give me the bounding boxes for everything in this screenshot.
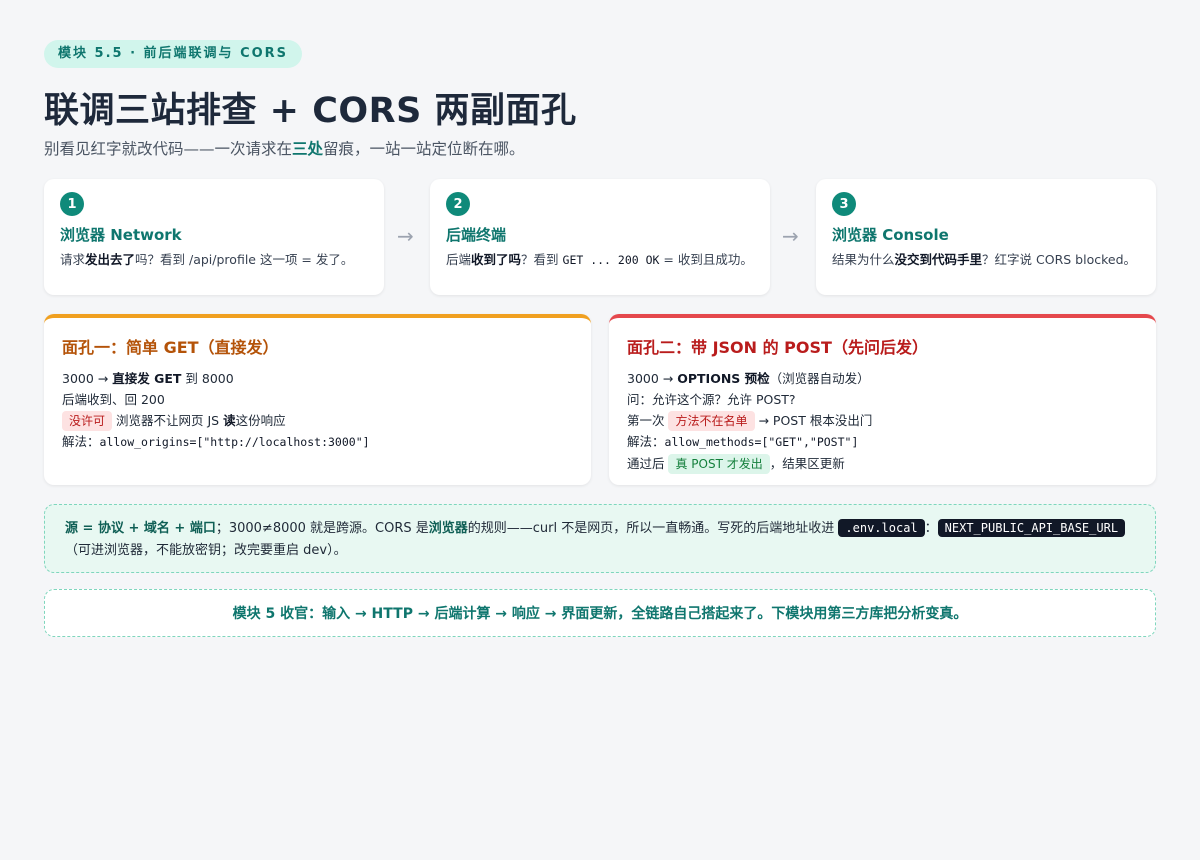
arrow-right-icon: → bbox=[397, 224, 414, 248]
arrow-right-icon: → bbox=[782, 224, 799, 248]
text-segment: 解法： bbox=[627, 434, 665, 449]
step-number-badge: 1 bbox=[60, 192, 84, 216]
face-card-simple-get: 面孔一：简单 GET（直接发） 3000 → 直接发 GET 到 8000 后端收… bbox=[44, 314, 591, 485]
text-segment: 请求 bbox=[60, 252, 86, 267]
text-segment: 3000 → bbox=[62, 371, 113, 386]
inline-code: GET ... 200 OK bbox=[562, 253, 660, 267]
face-line: 解法：allow_methods=["GET","POST"] bbox=[627, 431, 1138, 453]
bold-text: 没交到代码手里 bbox=[894, 252, 983, 267]
text-segment: ；3000≠8000 就是跨源。CORS 是 bbox=[215, 521, 429, 536]
module-summary-banner: 模块 5 收官：输入 → HTTP → 后端计算 → 响应 → 界面更新，全链路… bbox=[44, 589, 1156, 637]
code-chip: .env.local bbox=[838, 519, 925, 537]
step-card-console: 3 浏览器 Console 结果为什么没交到代码手里？红字说 CORS bloc… bbox=[816, 179, 1156, 295]
step-number-badge: 3 bbox=[832, 192, 856, 216]
step-card-network: 1 浏览器 Network 请求发出去了吗？看到 /api/profile 这一… bbox=[44, 179, 384, 295]
bold-text: 读 bbox=[223, 413, 236, 428]
face-line: 问：允许这个源？允许 POST? bbox=[627, 389, 1138, 410]
step-title: 后端终端 bbox=[446, 226, 507, 244]
module-tag: 模块 5.5 · 前后端联调与 CORS bbox=[44, 40, 303, 68]
face-title: 面孔二：带 JSON 的 POST（先问后发） bbox=[627, 338, 928, 357]
face-lines: 3000 → 直接发 GET 到 8000 后端收到、回 200 没许可 浏览器不让… bbox=[62, 368, 573, 453]
text-segment: 解法： bbox=[62, 434, 100, 449]
status-pill: 真 POST 才发出 bbox=[668, 454, 770, 474]
page-subtitle: 别看见红字就改代码——一次请求在三处留痕，一站一站定位断在哪。 bbox=[44, 137, 525, 159]
text-segment: ： bbox=[924, 521, 938, 536]
text-segment: 后端 bbox=[446, 252, 472, 267]
text-segment: 吗？看到 /api/profile 这一项 = 发了。 bbox=[135, 252, 354, 267]
text-segment: （可进浏览器，不能放密钥；改完要重启 dev）。 bbox=[65, 543, 347, 558]
text-segment: 这份响应 bbox=[235, 413, 286, 428]
step-card-backend-terminal: 2 后端终端 后端收到了吗？看到 GET ... 200 OK = 收到且成功。 bbox=[430, 179, 770, 295]
bold-text: OPTIONS 预检 bbox=[677, 371, 770, 386]
face-line: 通过后 真 POST 才发出 ，结果区更新 bbox=[627, 453, 1138, 474]
step-description: 后端收到了吗？看到 GET ... 200 OK = 收到且成功。 bbox=[446, 250, 754, 270]
bold-text: 直接发 GET bbox=[112, 371, 182, 386]
face-line: 后端收到、回 200 bbox=[62, 389, 573, 410]
text-segment: 的规则——curl 不是网页，所以一直畅通。写死的后端地址收进 bbox=[467, 521, 839, 536]
text-segment: ？看到 bbox=[521, 252, 563, 267]
inline-code: allow_methods=["GET","POST"] bbox=[664, 435, 859, 449]
bold-text: 发出去了 bbox=[85, 252, 136, 267]
status-pill: 方法不在名单 bbox=[668, 411, 755, 431]
page-title: 联调三站排查 + CORS 两副面孔 bbox=[44, 91, 577, 131]
text-segment: → POST 根本没出门 bbox=[754, 413, 873, 428]
face-line: 3000 → 直接发 GET 到 8000 bbox=[62, 368, 573, 389]
face-line: 第一次 方法不在名单 → POST 根本没出门 bbox=[627, 410, 1138, 431]
status-pill: 没许可 bbox=[62, 411, 113, 431]
step-title: 浏览器 Network bbox=[60, 226, 182, 244]
step-number-badge: 2 bbox=[446, 192, 470, 216]
bold-text: 浏览器 bbox=[428, 521, 468, 536]
step-title: 浏览器 Console bbox=[832, 226, 949, 244]
face-title: 面孔一：简单 GET（直接发） bbox=[62, 338, 279, 357]
text-segment: ，结果区更新 bbox=[769, 456, 845, 471]
text-segment: 后端收到、回 200 bbox=[62, 392, 165, 407]
subtitle-post: 留痕，一站一站定位断在哪。 bbox=[323, 140, 525, 158]
subtitle-pre: 别看见红字就改代码——一次请求在 bbox=[44, 140, 293, 158]
text-segment: 问：允许这个源？允许 POST? bbox=[627, 392, 796, 407]
inline-code: allow_origins=["http://localhost:3000"] bbox=[99, 435, 370, 449]
code-chip: NEXT_PUBLIC_API_BASE_URL bbox=[937, 519, 1126, 537]
origin-note-box: 源 = 协议 + 域名 + 端口；3000≠8000 就是跨源。CORS 是浏览… bbox=[44, 504, 1156, 573]
text-segment: 通过后 bbox=[627, 456, 669, 471]
text-segment: ？红字说 CORS blocked。 bbox=[982, 252, 1137, 267]
face-line: 3000 → OPTIONS 预检（浏览器自动发） bbox=[627, 368, 1138, 389]
bold-text: 源 = 协议 + 域名 + 端口 bbox=[65, 521, 216, 536]
bold-text: 收到了吗 bbox=[471, 252, 522, 267]
face-line: 没许可 浏览器不让网页 JS 读这份响应 bbox=[62, 410, 573, 431]
subtitle-highlight: 三处 bbox=[292, 140, 324, 158]
text-segment: （浏览器自动发） bbox=[769, 371, 870, 386]
step-description: 请求发出去了吗？看到 /api/profile 这一项 = 发了。 bbox=[60, 250, 368, 269]
step-description: 结果为什么没交到代码手里？红字说 CORS blocked。 bbox=[832, 250, 1140, 269]
text-segment: 浏览器不让网页 JS bbox=[112, 413, 224, 428]
text-segment: 到 8000 bbox=[181, 371, 234, 386]
face-card-preflight-post: 面孔二：带 JSON 的 POST（先问后发） 3000 → OPTIONS 预… bbox=[609, 314, 1156, 485]
text-segment: 第一次 bbox=[627, 413, 669, 428]
face-lines: 3000 → OPTIONS 预检（浏览器自动发） 问：允许这个源？允许 POST… bbox=[627, 368, 1138, 474]
text-segment: 结果为什么 bbox=[832, 252, 895, 267]
text-segment: 3000 → bbox=[627, 371, 678, 386]
face-line: 解法：allow_origins=["http://localhost:3000… bbox=[62, 431, 573, 453]
text-segment: = 收到且成功。 bbox=[659, 252, 753, 267]
